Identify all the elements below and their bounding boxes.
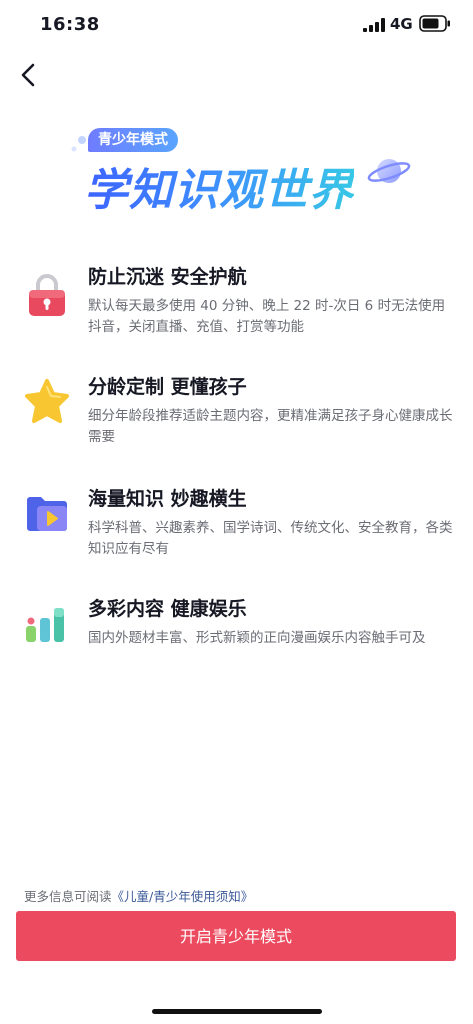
signal-bars-icon	[363, 18, 385, 32]
feature-title: 分龄定制 更懂孩子	[88, 376, 247, 398]
hero-badge: 青少年模式	[88, 128, 178, 152]
back-arrow-icon[interactable]	[12, 58, 46, 92]
hero-title: 学知识观世界	[84, 154, 354, 218]
hero-banner: 青少年模式 学知识观世界	[70, 120, 415, 230]
status-bar: 16:38 4G	[0, 0, 473, 50]
status-time: 16:38	[40, 14, 100, 35]
planet-icon	[367, 159, 411, 183]
enable-teen-mode-button[interactable]: 开启青少年模式	[16, 911, 456, 961]
lock-icon	[29, 274, 65, 316]
battery-icon	[419, 15, 450, 32]
video-folder-icon	[27, 497, 67, 531]
network-type: 4G	[390, 15, 413, 33]
info-notice: 更多信息可阅读《儿童/青少年使用须知》	[24, 886, 253, 905]
feature-description: 国内外题材丰富、形式新颖的正向漫画娱乐内容触手可及	[88, 630, 426, 646]
feature-title: 海量知识 妙趣横生	[88, 488, 247, 510]
feature-title: 防止沉迷 安全护航	[88, 266, 247, 288]
feature-description: 默认每天最多使用 40 分钟、晚上 22 时-次日 6 时无法使用抖音，关闭直播…	[88, 298, 446, 335]
feature-title: 多彩内容 健康娱乐	[88, 598, 247, 620]
info-prefix: 更多信息可阅读	[24, 889, 112, 904]
bar-chart-icon	[26, 608, 64, 642]
feature-description: 科学科普、兴趣素养、国学诗词、传统文化、安全教育，各类知识应有尽有	[88, 520, 453, 557]
feature-description: 细分年龄段推荐适龄主题内容，更精准满足孩子身心健康成长需要	[88, 408, 453, 445]
guidelines-link[interactable]: 《儿童/青少年使用须知》	[112, 889, 254, 904]
home-indicator[interactable]	[152, 1009, 322, 1014]
star-icon	[25, 379, 69, 423]
sparkle-decoration-icon	[71, 136, 86, 152]
